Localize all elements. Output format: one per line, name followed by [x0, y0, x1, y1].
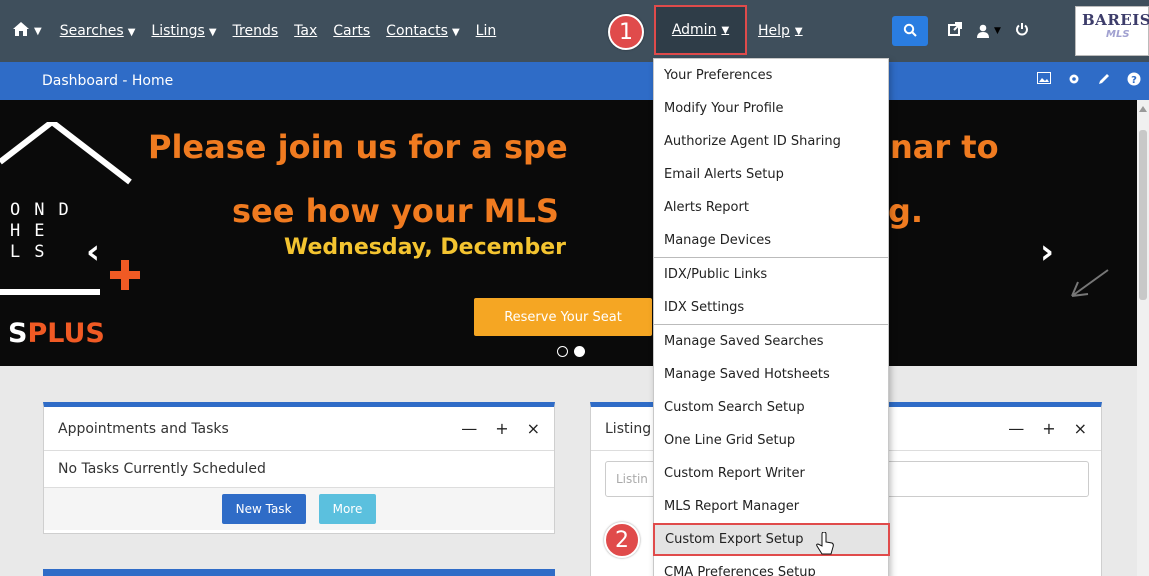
page-title: Dashboard - Home — [42, 73, 174, 89]
bareis-logo: BAREIS MLS — [1075, 6, 1149, 56]
nav-admin[interactable]: Admin ▼ — [654, 5, 747, 55]
search-icon — [903, 22, 917, 41]
appointments-panel: Appointments and Tasks — + × No Tasks Cu… — [43, 402, 555, 534]
nav-tax[interactable]: Tax — [294, 23, 317, 39]
admin-dropdown-menu: Your Preferences Modify Your Profile Aut… — [653, 58, 890, 576]
gear-icon[interactable] — [1067, 72, 1081, 90]
step-2-badge: 2 — [604, 522, 640, 558]
decorative-arrow-graphic — [1071, 269, 1109, 297]
chevron-down-icon: ▼ — [34, 25, 42, 37]
banner-date: Wednesday, December — [284, 235, 566, 260]
splus-logo: SPLUS — [8, 318, 105, 349]
promo-banner: OND HE LS SPLUS Please join us for a spe… — [0, 100, 1137, 366]
menu-item-idx-public-links[interactable]: IDX/Public Links — [654, 258, 888, 291]
next-panel-header — [43, 569, 555, 576]
carousel-dot-active[interactable] — [574, 346, 585, 357]
pencil-icon[interactable] — [1097, 72, 1111, 90]
plus-graphic — [110, 260, 140, 290]
menu-item-mls-report-manager[interactable]: MLS Report Manager — [654, 490, 888, 523]
chevron-down-icon: ▼ — [721, 24, 730, 36]
panel-title: Appointments and Tasks — [58, 420, 229, 437]
menu-item-idx-settings[interactable]: IDX Settings — [654, 291, 888, 324]
nav-help[interactable]: Help ▼ — [758, 0, 803, 62]
nav-searches[interactable]: Searches ▼ — [60, 23, 136, 39]
banner-headline-2-tail: g. — [888, 192, 924, 230]
banner-side-letters: OND HE LS — [10, 200, 83, 262]
user-menu-icon[interactable]: ▼ — [976, 24, 1001, 38]
menu-item-modify-profile[interactable]: Modify Your Profile — [654, 92, 888, 125]
carousel-indicators — [557, 346, 585, 357]
menu-item-manage-saved-searches[interactable]: Manage Saved Searches — [654, 325, 888, 358]
external-link-icon[interactable] — [948, 22, 962, 40]
help-icon[interactable]: ? — [1127, 72, 1141, 90]
nav-links[interactable]: Lin — [476, 23, 497, 39]
tasks-empty-text: No Tasks Currently Scheduled — [58, 461, 266, 477]
menu-item-one-line-grid-setup[interactable]: One Line Grid Setup — [654, 424, 888, 457]
menu-item-cma-preferences-setup[interactable]: CMA Preferences Setup — [654, 556, 888, 576]
chevron-down-icon: ▼ — [794, 25, 803, 37]
nav-trends[interactable]: Trends — [233, 23, 279, 39]
close-icon[interactable]: × — [1074, 419, 1087, 438]
panel-title: Listing — [605, 420, 652, 437]
carousel-dot[interactable] — [557, 346, 568, 357]
new-task-button[interactable]: New Task — [221, 494, 306, 524]
menu-item-custom-search-setup[interactable]: Custom Search Setup — [654, 391, 888, 424]
dashboard-widgets: Appointments and Tasks — + × No Tasks Cu… — [0, 366, 1137, 576]
menu-item-custom-export-setup[interactable]: Custom Export Setup — [653, 523, 890, 556]
menu-item-custom-report-writer[interactable]: Custom Report Writer — [654, 457, 888, 490]
move-icon[interactable]: + — [1042, 419, 1055, 438]
menu-item-your-preferences[interactable]: Your Preferences — [654, 59, 888, 92]
svg-text:?: ? — [1131, 75, 1137, 86]
carousel-prev-icon[interactable]: ‹ — [86, 232, 100, 272]
banner-headline-1: Please join us for a spe — [148, 128, 568, 166]
reserve-seat-button[interactable]: Reserve Your Seat — [474, 298, 652, 336]
nav-listings[interactable]: Listings ▼ — [151, 23, 216, 39]
hand-cursor-icon — [816, 531, 834, 561]
menu-item-manage-saved-hotsheets[interactable]: Manage Saved Hotsheets — [654, 358, 888, 391]
scrollbar-thumb[interactable] — [1139, 130, 1147, 300]
menu-item-email-alerts-setup[interactable]: Email Alerts Setup — [654, 158, 888, 191]
banner-headline-2: see how your MLS — [232, 192, 559, 230]
menu-item-manage-devices[interactable]: Manage Devices — [654, 224, 888, 257]
minimize-icon[interactable]: — — [1008, 419, 1024, 438]
more-button[interactable]: More — [318, 494, 377, 524]
menu-item-alerts-report[interactable]: Alerts Report — [654, 191, 888, 224]
image-icon[interactable] — [1037, 72, 1051, 90]
move-icon[interactable]: + — [495, 419, 508, 438]
nav-carts[interactable]: Carts — [333, 23, 370, 39]
menu-item-authorize-agent-id-sharing[interactable]: Authorize Agent ID Sharing — [654, 125, 888, 158]
banner-headline-1-tail: nar to — [890, 128, 999, 166]
page-scrollbar[interactable] — [1137, 100, 1149, 576]
power-icon[interactable] — [1015, 22, 1029, 40]
home-menu[interactable]: ▼ — [12, 21, 42, 41]
close-icon[interactable]: × — [527, 419, 540, 438]
minimize-icon[interactable]: — — [461, 419, 477, 438]
carousel-next-icon[interactable]: › — [1040, 232, 1054, 272]
step-1-badge: 1 — [608, 14, 644, 50]
home-icon — [12, 21, 30, 41]
dashboard-bar: Dashboard - Home ? — [0, 62, 1149, 100]
nav-contacts[interactable]: Contacts ▼ — [386, 23, 459, 39]
search-button[interactable] — [892, 16, 928, 46]
